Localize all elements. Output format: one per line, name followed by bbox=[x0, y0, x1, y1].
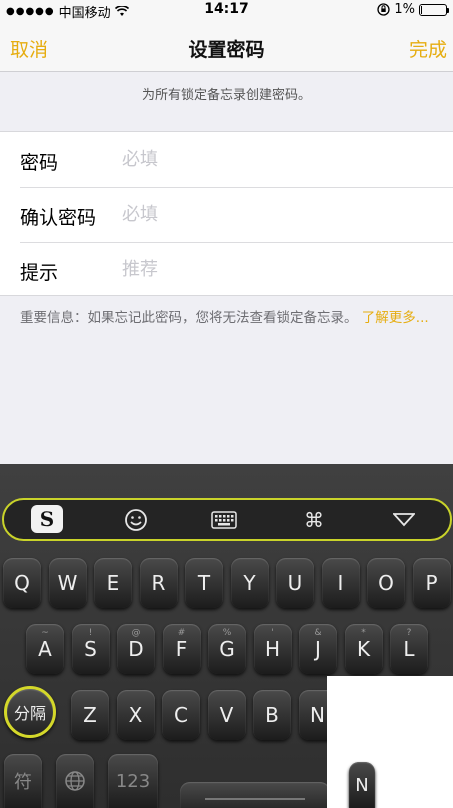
info-text: 重要信息：如果忘记此密码，您将无法查看锁定备忘录。 bbox=[20, 310, 358, 326]
hint-input[interactable] bbox=[122, 255, 422, 283]
key-label: D bbox=[128, 637, 144, 661]
key-secondary-label: ' bbox=[271, 628, 274, 638]
key-label: C bbox=[174, 703, 188, 727]
key-label: L bbox=[403, 637, 415, 661]
keyboard-icon[interactable] bbox=[210, 508, 238, 532]
key-secondary-label: ~ bbox=[41, 628, 49, 638]
cancel-button[interactable]: 取消 bbox=[10, 35, 48, 62]
status-bar: ●●●●● 中国移动 14:17 1% bbox=[0, 0, 453, 21]
done-button[interactable]: 完成 bbox=[409, 35, 447, 62]
key-label: J bbox=[315, 637, 321, 661]
space-indicator bbox=[205, 798, 305, 800]
key-secondary-label: # bbox=[177, 628, 186, 638]
separator-key[interactable]: 分隔 bbox=[4, 686, 56, 738]
battery-icon bbox=[419, 3, 449, 16]
orientation-lock-icon bbox=[377, 3, 391, 16]
key-j[interactable]: & J bbox=[299, 624, 337, 674]
key-secondary-label: % bbox=[222, 628, 232, 638]
key-label: A bbox=[38, 637, 52, 661]
key-label: O bbox=[378, 571, 394, 595]
key-u[interactable]: U bbox=[276, 558, 314, 608]
key-label: I bbox=[337, 571, 344, 595]
key-label: G bbox=[219, 637, 235, 661]
key-secondary-label: ! bbox=[88, 628, 93, 638]
key-d[interactable]: @ D bbox=[117, 624, 155, 674]
key-label: P bbox=[425, 571, 438, 595]
password-form: 密码 确认密码 提示 bbox=[0, 131, 453, 296]
key-label: Y bbox=[243, 571, 256, 595]
key-t[interactable]: T bbox=[185, 558, 223, 608]
notice-text: 为所有锁定备忘录创建密码。 bbox=[141, 88, 311, 103]
key-secondary-label: @ bbox=[131, 628, 141, 638]
learn-more-link[interactable]: 了解更多... bbox=[362, 310, 429, 326]
collapse-icon[interactable] bbox=[390, 508, 418, 532]
hint-label: 提示 bbox=[20, 262, 59, 284]
emoji-icon[interactable] bbox=[122, 508, 150, 532]
key-f[interactable]: # F bbox=[162, 624, 201, 674]
command-icon[interactable]: ⌘ bbox=[300, 508, 328, 532]
key-z[interactable]: Z bbox=[71, 690, 109, 740]
key-y[interactable]: Y bbox=[230, 558, 269, 608]
key-a[interactable]: ~ A bbox=[26, 624, 64, 674]
key-label: B bbox=[265, 703, 279, 727]
key-o[interactable]: O bbox=[367, 558, 405, 608]
password-row: 密码 bbox=[0, 132, 453, 187]
key-label: R bbox=[151, 571, 166, 595]
key-r[interactable]: R bbox=[139, 558, 178, 608]
key-label: N bbox=[310, 703, 325, 727]
confirm-password-input[interactable] bbox=[122, 200, 422, 228]
battery-percent: 1% bbox=[394, 2, 415, 17]
key-label: F bbox=[175, 637, 188, 661]
keyboard-toolbar: S ⌘ bbox=[2, 498, 452, 541]
key-label: E bbox=[106, 571, 120, 595]
key-label: K bbox=[356, 637, 371, 661]
password-label: 密码 bbox=[20, 152, 59, 174]
hint-row: 提示 bbox=[0, 242, 453, 297]
space-key[interactable] bbox=[180, 782, 330, 808]
globe-icon bbox=[65, 771, 85, 791]
key-x[interactable]: X bbox=[116, 690, 155, 740]
key-s[interactable]: ! S bbox=[71, 624, 110, 674]
key-g[interactable]: % G bbox=[208, 624, 246, 674]
number-key[interactable]: 123 bbox=[108, 754, 158, 808]
sogou-logo-icon[interactable]: S bbox=[31, 505, 63, 533]
key-h[interactable]: ' H bbox=[253, 624, 292, 674]
globe-key[interactable] bbox=[56, 754, 94, 808]
key-secondary-label: * bbox=[361, 628, 366, 638]
image-overlay bbox=[327, 676, 453, 808]
key-e[interactable]: E bbox=[94, 558, 132, 608]
key-i[interactable]: I bbox=[321, 558, 360, 608]
key-label: H bbox=[264, 637, 281, 661]
key-secondary-label: ? bbox=[406, 628, 412, 638]
key-label: S bbox=[84, 637, 97, 661]
key-n-partial[interactable]: N bbox=[349, 762, 375, 808]
navigation-bar: 取消 设置密码 完成 bbox=[0, 20, 453, 72]
key-label: Q bbox=[14, 571, 30, 595]
key-l[interactable]: ? L bbox=[390, 624, 428, 674]
confirm-password-label: 确认密码 bbox=[20, 207, 97, 229]
key-label: V bbox=[219, 703, 234, 727]
key-b[interactable]: B bbox=[253, 690, 291, 740]
key-q[interactable]: Q bbox=[3, 558, 41, 608]
key-label: W bbox=[57, 571, 78, 595]
key-w[interactable]: W bbox=[48, 558, 87, 608]
key-k[interactable]: * K bbox=[344, 624, 383, 674]
page-title: 设置密码 bbox=[188, 39, 265, 61]
key-label: Z bbox=[83, 703, 97, 727]
key-p[interactable]: P bbox=[412, 558, 451, 608]
symbol-key[interactable]: 符 bbox=[4, 754, 42, 808]
key-secondary-label: & bbox=[314, 628, 322, 638]
important-info: 重要信息：如果忘记此密码，您将无法查看锁定备忘录。 了解更多... bbox=[20, 308, 440, 329]
key-label: X bbox=[128, 703, 143, 727]
key-c[interactable]: C bbox=[162, 690, 200, 740]
confirm-password-row: 确认密码 bbox=[0, 187, 453, 242]
key-label: T bbox=[197, 571, 211, 595]
key-v[interactable]: V bbox=[207, 690, 246, 740]
password-input[interactable] bbox=[122, 145, 422, 173]
key-label: U bbox=[287, 571, 303, 595]
